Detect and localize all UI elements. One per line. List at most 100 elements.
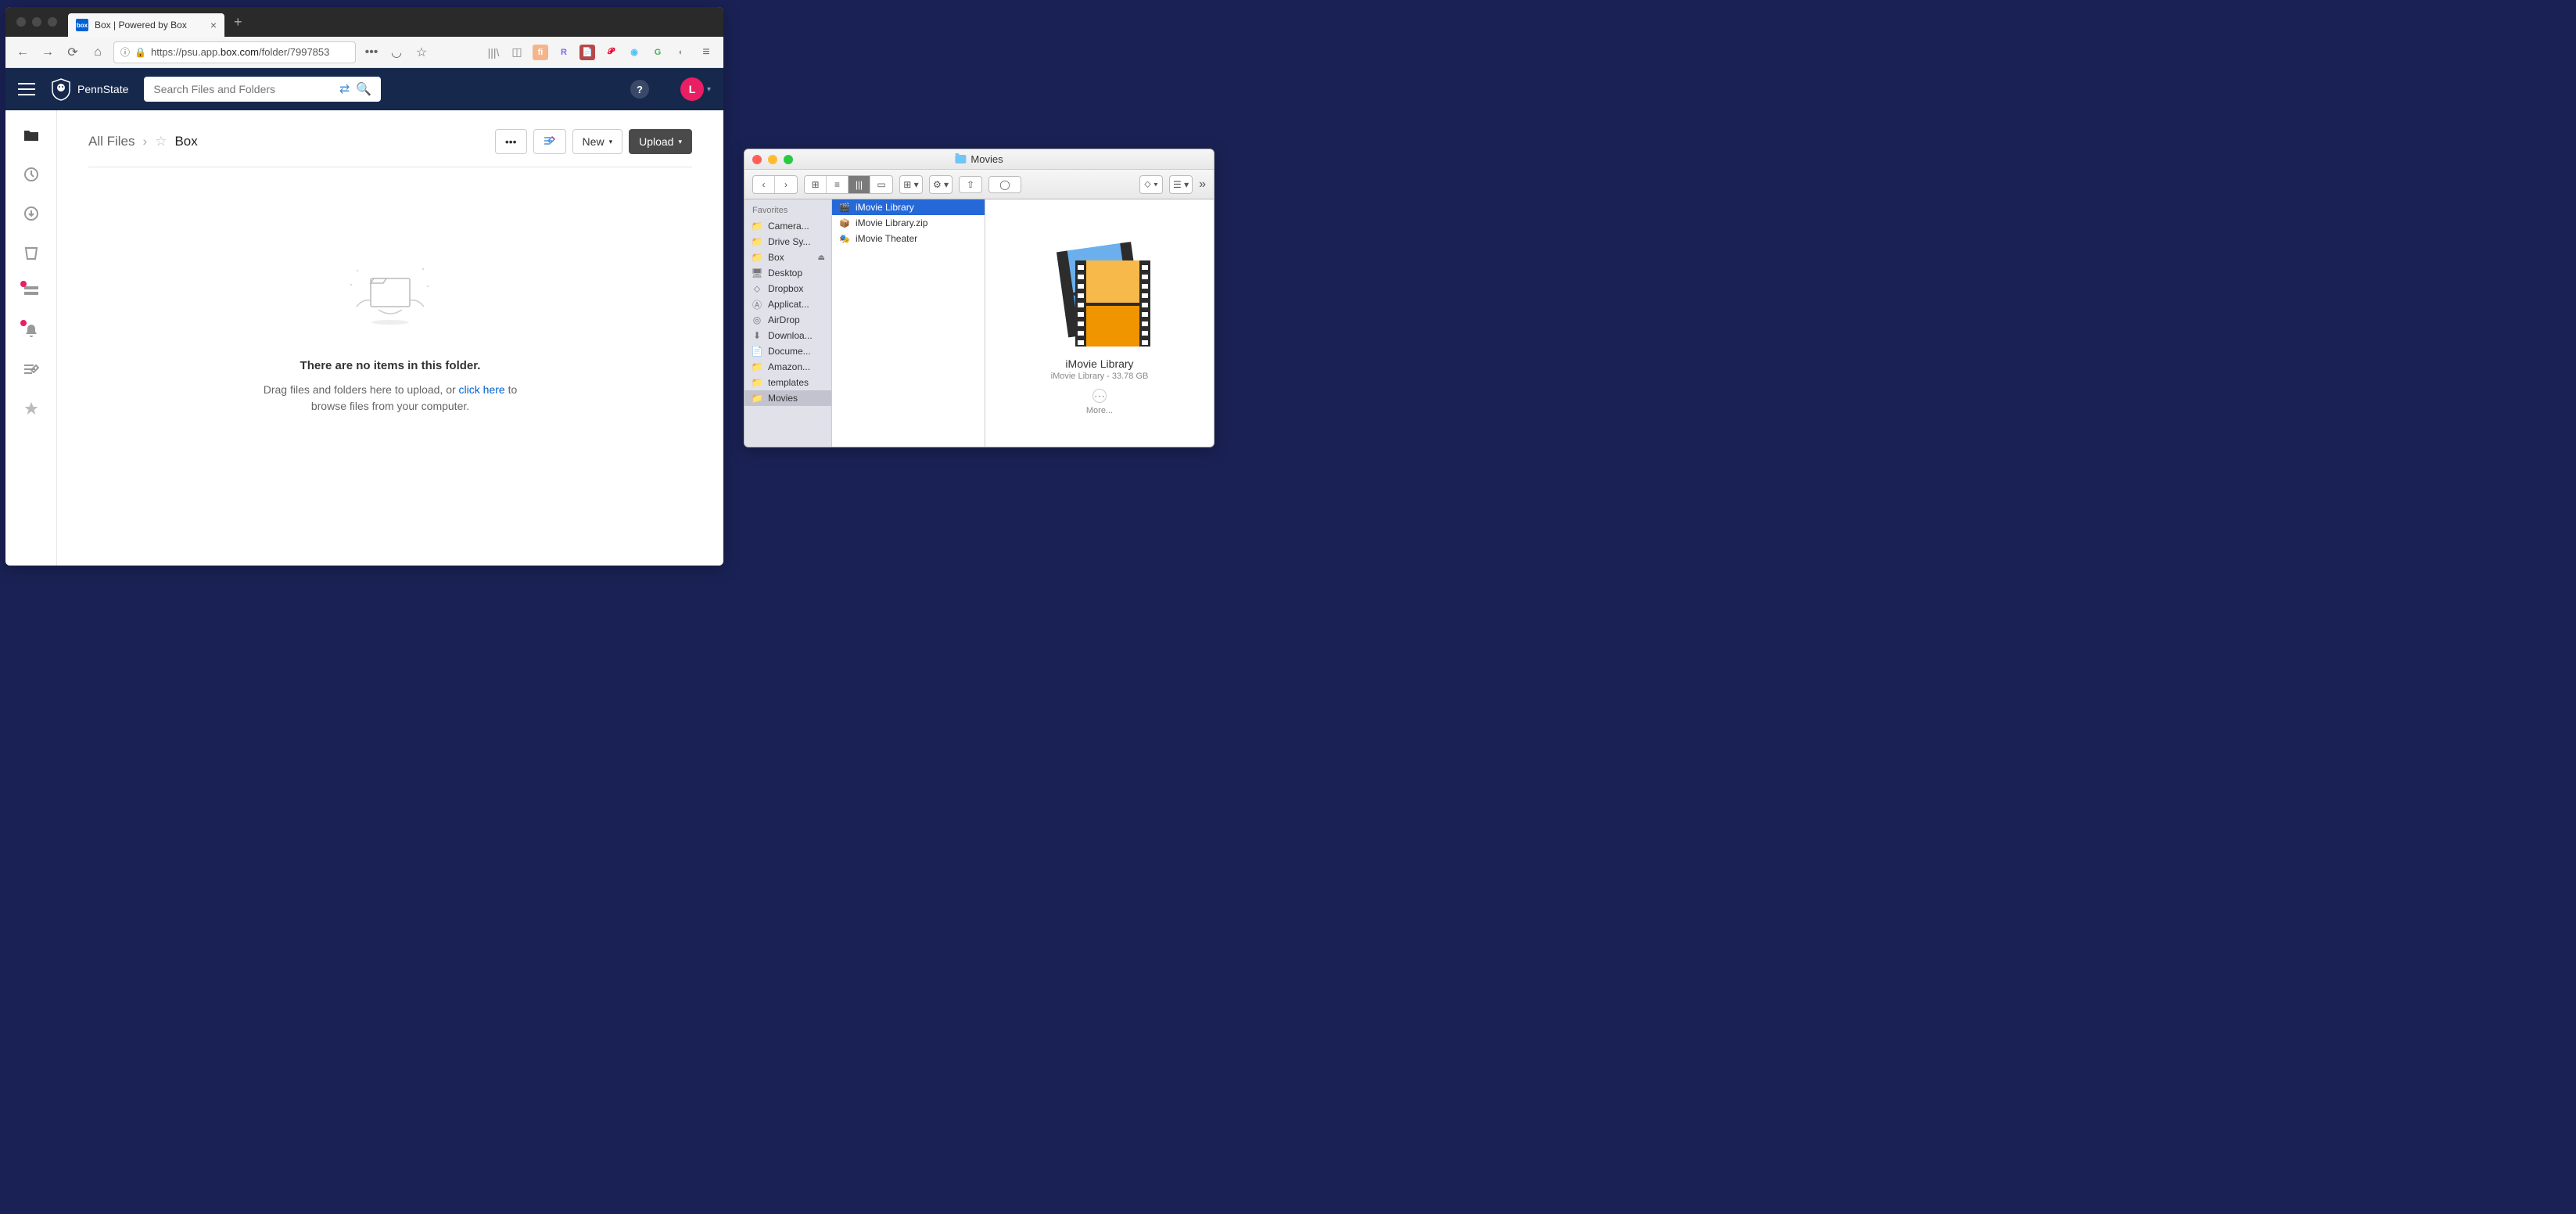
dropbox-button[interactable]: ⬦ ▾ [1140, 176, 1162, 193]
new-tab-button[interactable]: + [224, 14, 252, 31]
ext-icon-5[interactable]: ◉ [626, 45, 642, 60]
close-tab-icon[interactable]: × [210, 19, 217, 31]
ext-icon-7[interactable]: ◐ [673, 45, 689, 60]
library-icon[interactable]: |||\ [486, 45, 501, 60]
list-view-button[interactable]: ≡ [827, 176, 849, 193]
search-icon[interactable]: 🔍 [356, 81, 371, 97]
folder-icon: 📁 [751, 221, 763, 232]
box-notes-button[interactable] [533, 129, 566, 154]
sidebar-item-movies[interactable]: 📁Movies [744, 390, 831, 406]
search-box: ⇄ 🔍 [144, 77, 381, 102]
help-button[interactable]: ? [630, 80, 649, 99]
sidebar-item-docume[interactable]: 📄Docume... [744, 343, 831, 359]
file-item[interactable]: 🎭iMovie Theater [832, 231, 985, 246]
gallery-view-button[interactable]: ▭ [870, 176, 892, 193]
icon-view-button[interactable]: ⊞ [805, 176, 827, 193]
click-here-link[interactable]: click here [459, 383, 505, 396]
file-item[interactable]: 📦iMovie Library.zip [832, 215, 985, 231]
traffic-lights [5, 17, 68, 27]
browser-tab[interactable]: box Box | Powered by Box × [68, 13, 224, 37]
folder-icon [23, 129, 39, 142]
empty-description: Drag files and folders here to upload, o… [257, 382, 523, 415]
trash-nav[interactable] [22, 243, 41, 262]
minimize-window-icon[interactable] [32, 17, 41, 27]
recents-nav[interactable] [22, 165, 41, 184]
ext-icon-1[interactable]: fi [533, 45, 548, 60]
url-bar[interactable]: ⓘ 🔒 https://psu.app.box.com/folder/79978… [113, 41, 356, 63]
file-item[interactable]: 🎬iMovie Library [832, 199, 985, 215]
download-icon [23, 206, 39, 221]
page-actions-icon[interactable]: ••• [362, 43, 381, 62]
tags-button[interactable]: ◯ [988, 176, 1021, 193]
sidebar-item-camera[interactable]: 📁Camera... [744, 218, 831, 234]
folder-icon: 📁 [751, 236, 763, 247]
chevron-down-icon: ▾ [678, 138, 682, 146]
sidebar-item-templates[interactable]: 📁templates [744, 375, 831, 390]
reload-button[interactable]: ⟳ [63, 43, 82, 62]
sidebar-ext-icon[interactable]: ◫ [509, 45, 525, 60]
action-group: ⚙ ▾ [929, 175, 953, 194]
maximize-window-icon[interactable] [784, 155, 793, 164]
more-actions-button[interactable]: ••• [495, 129, 527, 154]
pinterest-ext-icon[interactable]: 𝓟 [603, 45, 619, 60]
imovie-library-icon [1041, 231, 1158, 348]
overflow-icon[interactable]: » [1199, 178, 1206, 192]
sidebar-item-desktop[interactable]: 🖥Desktop [744, 265, 831, 281]
sidebar-item-drivesy[interactable]: 📁Drive Sy... [744, 234, 831, 250]
sidebar-item-applicat[interactable]: ⒶApplicat... [744, 296, 831, 312]
forward-button[interactable]: › [775, 176, 797, 193]
brand-logo[interactable]: PennState [51, 77, 128, 101]
folder-icon: 📁 [751, 377, 763, 388]
rakuten-ext-icon[interactable]: R [556, 45, 572, 60]
back-button[interactable]: ‹ [753, 176, 775, 193]
extension-icons: |||\ ◫ fi R 📄 𝓟 ◉ G ◐ ≡ [486, 43, 716, 62]
feed-nav[interactable] [22, 282, 41, 301]
all-files-nav[interactable] [22, 126, 41, 145]
airdrop-icon: ◎ [751, 314, 763, 325]
grammarly-ext-icon[interactable]: G [650, 45, 666, 60]
preview-pane: iMovie Library iMovie Library - 33.78 GB… [985, 199, 1214, 447]
sidebar-item-airdrop[interactable]: ◎AirDrop [744, 312, 831, 328]
user-menu[interactable]: L ▾ [680, 77, 711, 101]
action-button[interactable]: ⚙ ▾ [930, 176, 952, 193]
feed-icon [23, 286, 39, 298]
close-window-icon[interactable] [752, 155, 762, 164]
notes-nav[interactable] [22, 361, 41, 379]
favorite-star-icon[interactable]: ☆ [155, 134, 167, 149]
sidebar-item-box[interactable]: 📁Box⏏ [744, 250, 831, 265]
hamburger-menu-icon[interactable]: ≡ [697, 43, 716, 62]
menu-button[interactable] [18, 83, 35, 95]
close-window-icon[interactable] [16, 17, 26, 27]
favorites-nav[interactable] [22, 400, 41, 418]
breadcrumb-root[interactable]: All Files [88, 134, 135, 149]
synced-nav[interactable] [22, 204, 41, 223]
notifications-nav[interactable] [22, 321, 41, 340]
forward-button[interactable]: → [38, 43, 57, 62]
back-button[interactable]: ← [13, 43, 32, 62]
avatar: L [680, 77, 704, 101]
eject-icon[interactable]: ⏏ [818, 253, 825, 262]
arrange-button[interactable]: ⊞ ▾ [900, 176, 922, 193]
sidebar-item-downloa[interactable]: ⬇Downloa... [744, 328, 831, 343]
home-button[interactable]: ⌂ [88, 43, 107, 62]
more-info-icon[interactable]: ⋯ [1092, 389, 1107, 403]
reader-icon[interactable]: ◡ [387, 43, 406, 62]
upload-button[interactable]: Upload ▾ [629, 129, 692, 154]
new-button[interactable]: New ▾ [572, 129, 623, 154]
search-filter-icon[interactable]: ⇄ [339, 81, 350, 97]
notification-dot-icon [20, 320, 27, 326]
sidebar-item-dropbox[interactable]: ⬦Dropbox [744, 281, 831, 296]
folder-icon [955, 155, 966, 163]
share-button[interactable]: ⇧ [959, 176, 982, 193]
more-link[interactable]: More... [1086, 406, 1113, 415]
search-input[interactable] [153, 83, 332, 95]
column-view-button[interactable]: ||| [849, 176, 870, 193]
info-icon[interactable]: ⓘ [120, 45, 130, 59]
minimize-window-icon[interactable] [768, 155, 777, 164]
bookmark-star-icon[interactable]: ☆ [412, 43, 431, 62]
path-button[interactable]: ☰ ▾ [1170, 176, 1192, 193]
sidebar-item-amazon[interactable]: 📁Amazon... [744, 359, 831, 375]
maximize-window-icon[interactable] [48, 17, 57, 27]
pdf-ext-icon[interactable]: 📄 [579, 45, 595, 60]
chevron-down-icon: ▾ [707, 85, 711, 94]
